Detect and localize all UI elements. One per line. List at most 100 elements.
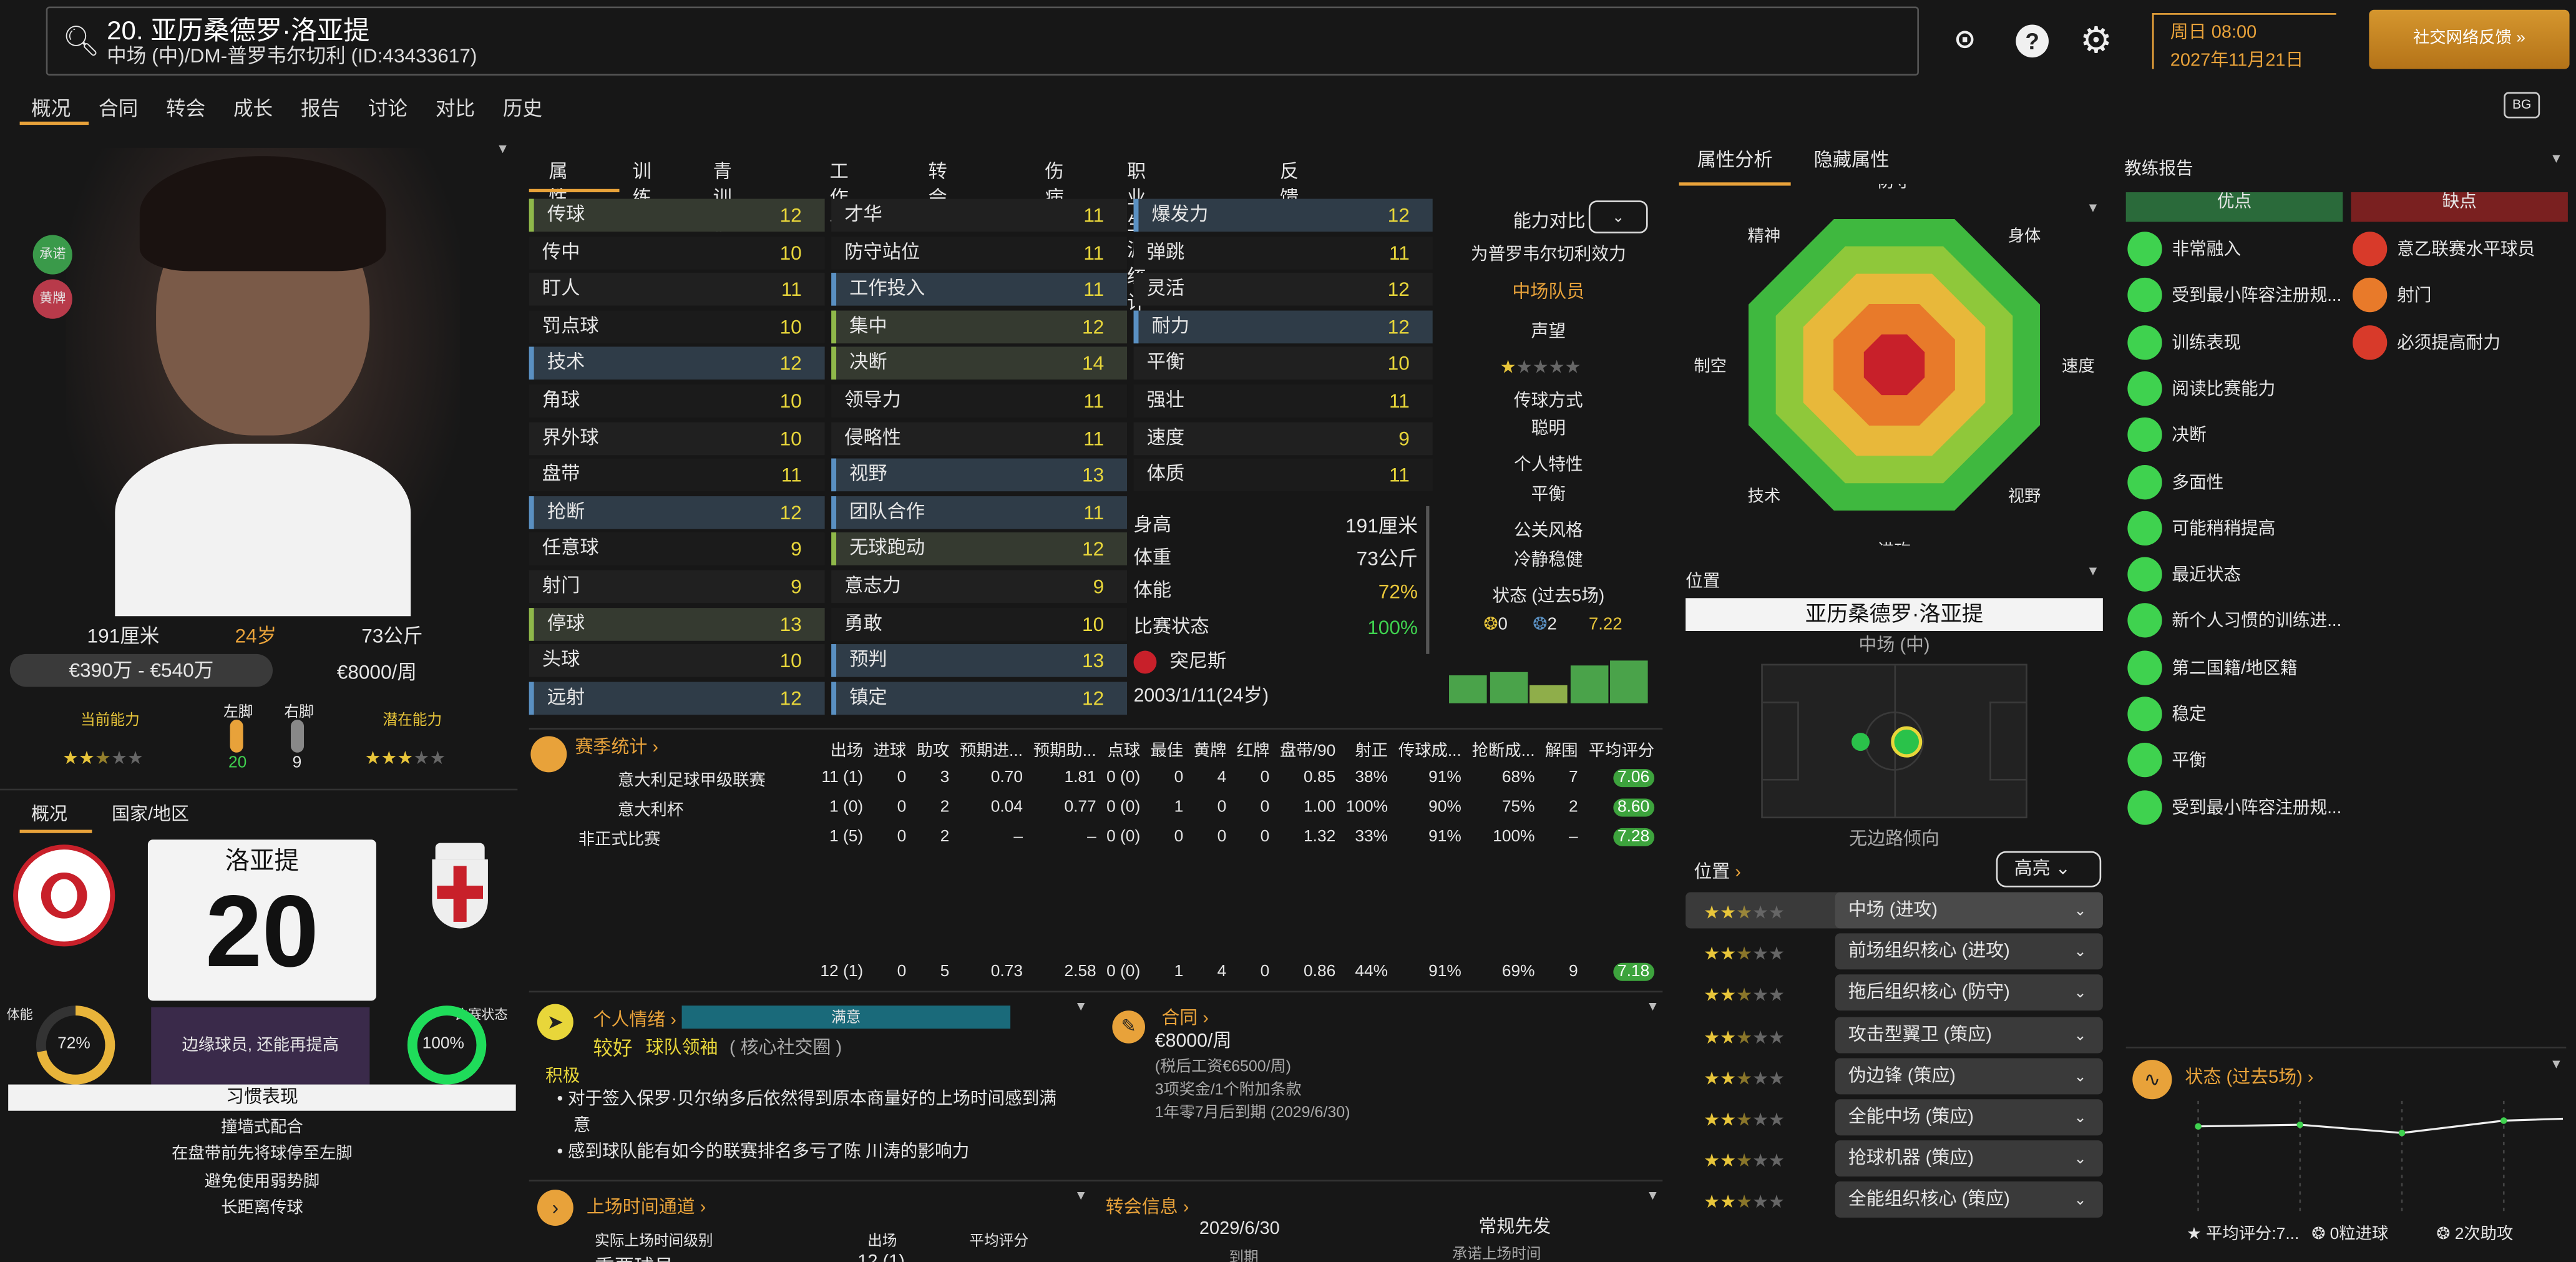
chevron-down-icon[interactable]: ▼ [1646,1188,1659,1203]
pro-item[interactable]: 训练表现 [2172,330,2241,354]
stats-column-header[interactable]: 预期助... [1028,733,1101,762]
stats-column-header[interactable]: 平均评分 [1583,733,1659,762]
attribute-row[interactable]: 盯人 11 [529,273,825,306]
pro-item[interactable]: 非常融入 [2172,237,2241,261]
stats-column-header[interactable]: 盘带/90 [1274,733,1340,762]
pro-item[interactable]: 平衡 [2172,748,2206,773]
form-panel-title[interactable]: 状态 (过去5场) › [2185,1063,2313,1089]
chevron-down-icon[interactable]: ▼ [1075,999,1088,1014]
attribute-row[interactable]: 停球 13 [529,607,825,640]
chevron-down-icon[interactable]: ▼ [2550,1057,2563,1072]
tab-nation[interactable]: 国家/地区 [112,800,189,826]
chevron-down-icon[interactable]: ▼ [2087,564,2100,579]
stats-row[interactable]: 意大利杯 1 (0) 0 2 0.04 0.77 0 (0) 1 0 0 1.00 100% 90% 75… [568,792,1659,821]
stats-column-header[interactable]: 解围 [1539,733,1583,762]
pro-item[interactable]: 最近状态 [2172,562,2241,587]
role-dropdown[interactable]: 中场 (进攻) ⌄ [1835,892,2103,929]
stats-column-header[interactable]: 抢断成... [1466,733,1540,762]
attribute-row[interactable]: 界外球 10 [529,421,825,455]
attribute-row[interactable]: 灵活 12 [1133,273,1433,306]
attribute-row[interactable]: 耐力 12 [1133,310,1433,343]
tab-hidden-attributes[interactable]: 隐藏属性 [1814,146,1890,172]
attribute-row[interactable]: 传中 10 [529,236,825,269]
stats-column-header[interactable]: 红牌 [1231,733,1274,762]
stats-column-header[interactable]: 最佳 [1145,733,1188,762]
attribute-row[interactable]: 决断 14 [831,347,1128,381]
brain-icon[interactable]: ⊙ [1948,24,1981,57]
attribute-row[interactable]: 远射 12 [529,682,825,715]
role-dropdown[interactable]: 全能中场 (策应) ⌄ [1835,1099,2103,1136]
pro-item[interactable]: 决断 [2172,423,2206,447]
stats-row[interactable]: 非正式比赛 1 (5) 0 2– –0 (0) 0 0 0 1.32 33% 91% 100% –7.2… [568,821,1659,851]
attribute-row[interactable]: 团队合作 11 [831,496,1128,529]
search-icon[interactable]: 🔍︎ [62,24,100,59]
bg-icon[interactable]: BG [2504,92,2540,119]
role-dropdown[interactable]: 全能组织核心 (策应) ⌄ [1835,1181,2103,1218]
role-dropdown[interactable]: 拖后组织核心 (防守) ⌄ [1835,975,2103,1012]
role-dropdown[interactable]: 攻击型翼卫 (策应) ⌄ [1835,1016,2103,1053]
transfer-title[interactable]: 转会信息 › [1106,1193,1189,1219]
mood-title[interactable]: 个人情绪 › [593,1005,676,1032]
stats-row[interactable]: 意大利足球甲级联赛 11 (1) 0 3 0.70 1.81 0 (0) 0 4 0 0.85 38%… [568,763,1659,792]
menu-contract[interactable]: 合同 [99,97,138,120]
contract-title[interactable]: 合同 › [1161,1004,1209,1030]
attribute-row[interactable]: 工作投入 11 [831,273,1128,306]
attribute-row[interactable]: 侵略性 11 [831,421,1128,455]
pro-item[interactable]: 受到最小阵容注册规... [2172,795,2341,819]
chevron-down-icon[interactable]: ▼ [1646,999,1659,1014]
attribute-row[interactable]: 体质 11 [1133,459,1433,492]
nationality[interactable]: 突尼斯 [1169,646,1226,679]
club-crest[interactable] [429,843,491,935]
value-pill[interactable]: €390万 - €540万 [9,653,273,687]
con-item[interactable]: 必须提高耐力 [2397,330,2500,354]
attribute-row[interactable]: 速度 9 [1133,421,1433,455]
pro-item[interactable]: 稳定 [2172,702,2206,726]
attribute-row[interactable]: 抢断 12 [529,496,825,529]
attribute-row[interactable]: 视野 13 [831,459,1128,492]
menu-history[interactable]: 历史 [503,97,542,120]
menu-transfer[interactable]: 转会 [166,97,205,120]
role-dropdown[interactable]: 抢球机器 (策应) ⌄ [1835,1140,2103,1177]
menu-development[interactable]: 成长 [233,97,273,120]
menu-reports[interactable]: 报告 [301,97,340,120]
federation-logo[interactable] [13,844,115,947]
competition-name[interactable]: 意大利杯 [568,792,815,821]
competition-name[interactable]: 意大利足球甲级联赛 [568,763,815,792]
attribute-row[interactable]: 头球 10 [529,644,825,678]
attribute-row[interactable]: 弹跳 11 [1133,236,1433,269]
pro-item[interactable]: 第二国籍/地区籍 [2172,655,2297,680]
attribute-row[interactable]: 罚点球 10 [529,310,825,343]
role-dropdown[interactable]: 前场组织核心 (进攻) ⌄ [1835,933,2103,970]
pro-item[interactable]: 受到最小阵容注册规... [2172,283,2341,308]
positions-link[interactable]: 位置 › [1694,858,1741,884]
highlight-dropdown[interactable]: 高亮 ⌄ [1996,851,2102,888]
attribute-row[interactable]: 任意球 9 [529,533,825,566]
stats-column-header[interactable]: 黄牌 [1188,733,1231,762]
attribute-row[interactable]: 平衡 10 [1133,347,1433,381]
pro-item[interactable]: 新个人习惯的训练进... [2172,609,2341,633]
attribute-row[interactable]: 技术 12 [529,347,825,381]
gear-icon[interactable]: ⚙ [2080,20,2112,62]
tab-attribute-analysis[interactable]: 属性分析 [1697,146,1773,172]
menu-compare[interactable]: 对比 [436,97,475,120]
attribute-row[interactable]: 集中 12 [831,310,1128,343]
stats-column-header[interactable]: 助攻 [911,733,954,762]
attribute-row[interactable]: 意志力 9 [831,570,1128,604]
form-point[interactable] [2500,1117,2507,1124]
tab-overview[interactable]: 概况 [31,800,67,826]
con-item[interactable]: 意乙联赛水平球员 [2397,237,2535,261]
stats-column-header[interactable]: 预期进... [954,733,1028,762]
form-point[interactable] [2398,1129,2406,1137]
chevron-down-icon[interactable]: ▼ [496,141,509,156]
pro-item[interactable]: 多面性 [2172,469,2223,494]
compare-dropdown[interactable]: ⌄ [1588,200,1648,233]
scrollbar[interactable] [1426,506,1430,654]
promise-badge[interactable]: 承诺 [32,235,72,275]
competition-name[interactable]: 非正式比赛 [568,821,815,851]
pro-item[interactable]: 阅读比赛能力 [2172,376,2275,401]
chevron-down-icon[interactable]: ▼ [1075,1188,1088,1203]
con-item[interactable]: 射门 [2397,283,2431,308]
attribute-row[interactable]: 防守站位 11 [831,236,1128,269]
pro-item[interactable]: 可能稍稍提高 [2172,516,2275,540]
stats-column-header[interactable]: 进球 [868,733,911,762]
